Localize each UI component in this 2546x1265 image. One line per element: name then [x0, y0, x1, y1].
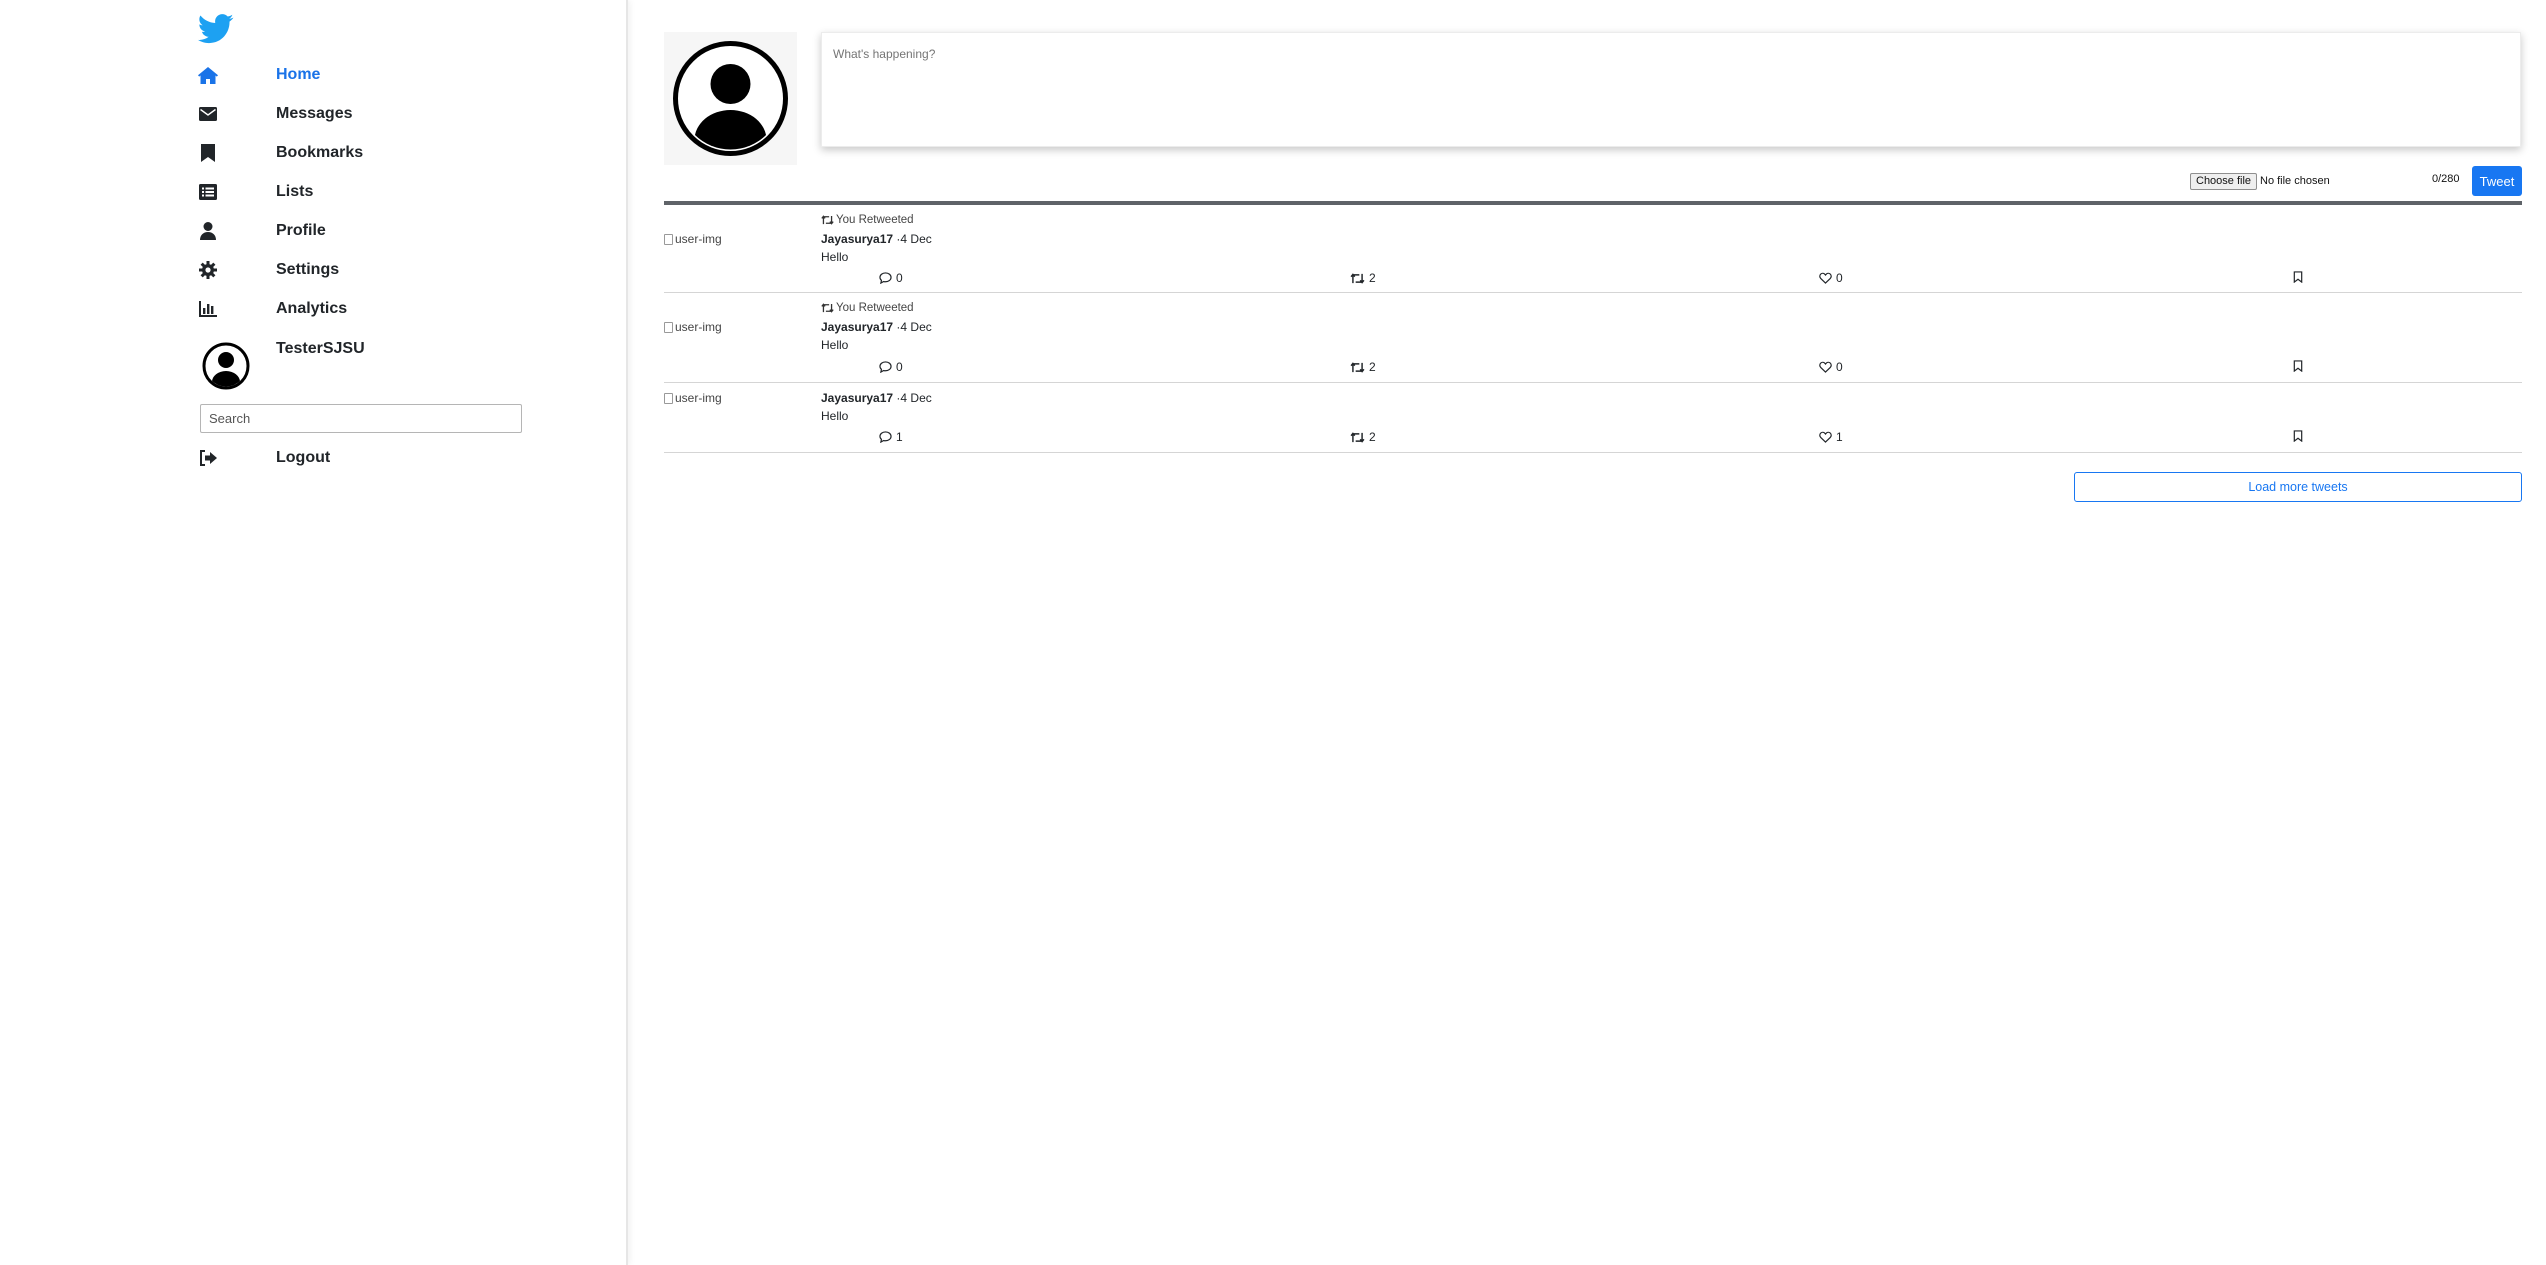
retweet-button[interactable]: 2	[1350, 360, 1376, 374]
heart-icon	[1819, 431, 1832, 443]
broken-image-icon	[664, 392, 673, 404]
tweet-header: Jayasurya17 ·4 Dec	[821, 391, 932, 405]
retweet-icon	[821, 303, 834, 313]
sidebar-item-home[interactable]: Home	[198, 60, 538, 90]
user-icon	[198, 221, 218, 241]
user-image[interactable]: user-img	[664, 391, 722, 405]
compose-avatar	[664, 32, 797, 165]
broken-image-icon	[664, 321, 673, 333]
tweet-button[interactable]: Tweet	[2472, 166, 2522, 196]
tweet-date: ·4 Dec	[896, 232, 932, 246]
like-button[interactable]: 0	[1819, 271, 1843, 285]
sidebar: Home Messages Bookmarks Lists Profile Se…	[0, 0, 628, 1265]
tweet-header: Jayasurya17 ·4 Dec	[821, 232, 932, 246]
sidebar-item-label: Settings	[276, 261, 340, 278]
bar-chart-icon	[198, 299, 218, 319]
comment-button[interactable]: 0	[879, 271, 903, 285]
tweet-text: Hello	[821, 250, 849, 264]
feed-divider	[664, 201, 2522, 205]
comment-icon	[879, 272, 892, 284]
list-icon	[198, 182, 218, 202]
tweet-username[interactable]: Jayasurya17	[821, 320, 893, 334]
sidebar-item-label: Home	[276, 66, 321, 83]
sidebar-item-label: Lists	[276, 183, 314, 200]
comment-button[interactable]: 0	[879, 360, 903, 374]
bookmark-icon	[2293, 271, 2303, 283]
sidebar-item-label: Profile	[276, 222, 326, 239]
logout-icon	[198, 448, 218, 468]
retweet-icon	[821, 215, 834, 225]
tweet-username[interactable]: Jayasurya17	[821, 232, 893, 246]
tweet-date: ·4 Dec	[896, 320, 932, 334]
like-button[interactable]: 0	[1819, 360, 1843, 374]
logout-button[interactable]: Logout	[198, 443, 538, 473]
tweet-username[interactable]: Jayasurya17	[821, 391, 893, 405]
username-label: TesterSJSU	[276, 340, 365, 357]
comment-icon	[879, 431, 892, 443]
envelope-icon	[198, 104, 218, 124]
tweet-item[interactable]: user-img You Retweeted Jayasurya17 ·4 De…	[664, 206, 2522, 293]
retweet-button[interactable]: 2	[1350, 271, 1376, 285]
retweet-indicator: You Retweeted	[821, 302, 914, 314]
load-more-button[interactable]: Load more tweets	[2074, 472, 2522, 502]
bookmark-button[interactable]	[2293, 430, 2303, 442]
retweet-indicator: You Retweeted	[821, 214, 914, 226]
retweet-button[interactable]: 2	[1350, 430, 1376, 444]
sidebar-item-bookmarks[interactable]: Bookmarks	[198, 138, 538, 168]
sidebar-item-label: Messages	[276, 105, 353, 122]
tweet-item[interactable]: user-img You Retweeted Jayasurya17 ·4 De…	[664, 294, 2522, 383]
sidebar-item-profile[interactable]: Profile	[198, 216, 538, 246]
user-avatar-icon	[673, 41, 788, 156]
home-icon	[198, 65, 218, 85]
tweet-date: ·4 Dec	[896, 391, 932, 405]
bookmark-icon	[198, 143, 218, 163]
bookmark-icon	[2293, 430, 2303, 442]
like-button[interactable]: 1	[1819, 430, 1843, 444]
comment-button[interactable]: 1	[879, 430, 903, 444]
sidebar-item-analytics[interactable]: Analytics	[198, 294, 538, 324]
heart-icon	[1819, 361, 1832, 373]
sidebar-item-lists[interactable]: Lists	[198, 177, 538, 207]
comment-icon	[879, 361, 892, 373]
tweet-text: Hello	[821, 409, 849, 423]
logout-label: Logout	[276, 449, 331, 466]
heart-icon	[1819, 272, 1832, 284]
retweet-icon	[1350, 272, 1365, 284]
choose-file-button[interactable]: Choose file	[2190, 173, 2258, 190]
sidebar-item-label: Analytics	[276, 300, 348, 317]
user-image[interactable]: user-img	[664, 232, 722, 246]
retweet-icon	[1350, 361, 1365, 373]
broken-image-icon	[664, 233, 673, 245]
bookmark-button[interactable]	[2293, 271, 2303, 283]
sidebar-item-username[interactable]: TesterSJSU	[198, 334, 538, 364]
file-status: No file chosen	[2260, 175, 2330, 187]
tweet-header: Jayasurya17 ·4 Dec	[821, 320, 932, 334]
char-count: 0/280	[2432, 173, 2460, 185]
tweet-item[interactable]: user-img Jayasurya17 ·4 Dec Hello 1 2 1	[664, 384, 2522, 453]
retweet-icon	[1350, 431, 1365, 443]
sidebar-item-settings[interactable]: Settings	[198, 255, 538, 285]
sidebar-item-label: Bookmarks	[276, 144, 364, 161]
gear-icon	[198, 260, 218, 280]
twitter-logo-icon[interactable]	[198, 14, 234, 44]
user-image[interactable]: user-img	[664, 320, 722, 334]
tweet-text: Hello	[821, 338, 849, 352]
search-input[interactable]	[200, 404, 522, 433]
sidebar-item-messages[interactable]: Messages	[198, 99, 538, 129]
bookmark-icon	[2293, 360, 2303, 372]
bookmark-button[interactable]	[2293, 360, 2303, 372]
tweet-compose-input[interactable]	[821, 32, 2521, 147]
